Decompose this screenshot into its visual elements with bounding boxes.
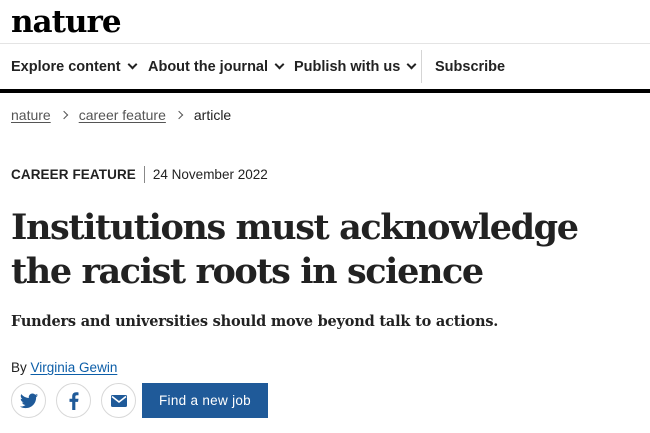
byline-prefix: By <box>11 360 27 375</box>
chevron-down-icon <box>274 59 285 70</box>
facebook-icon <box>69 391 78 410</box>
article-date: 24 November 2022 <box>152 167 268 182</box>
twitter-icon <box>19 393 38 408</box>
chevron-right-icon <box>59 110 68 120</box>
breadcrumb: nature career feature article <box>11 107 231 123</box>
email-icon <box>110 394 127 407</box>
breadcrumb-current: article <box>193 107 232 123</box>
breadcrumb-link-nature[interactable]: nature <box>11 107 51 123</box>
meta-divider <box>143 166 145 183</box>
nav-item-label: Explore content <box>11 58 121 75</box>
nature-logo[interactable]: nature <box>11 2 122 42</box>
byline: By Virginia Gewin <box>11 360 117 375</box>
article-title: Institutions must acknowledge the racist… <box>11 207 579 292</box>
chevron-down-icon <box>127 59 138 70</box>
breadcrumb-link-career-feature[interactable]: career feature <box>79 107 166 123</box>
find-new-job-button[interactable]: Find a new job <box>142 383 268 418</box>
subscribe-link[interactable]: Subscribe <box>435 44 505 89</box>
nav-rule <box>0 89 650 93</box>
chevron-right-icon <box>174 110 184 120</box>
nav-explore-content[interactable]: Explore content <box>11 44 138 89</box>
article-meta: CAREER FEATURE 24 November 2022 <box>11 166 268 183</box>
nav-about-journal[interactable]: About the journal <box>148 44 285 89</box>
chevron-down-icon <box>406 59 417 70</box>
masthead: nature <box>0 0 650 44</box>
nav-item-label: Publish with us <box>294 58 401 75</box>
share-twitter-button[interactable] <box>11 383 46 418</box>
author-link[interactable]: Virginia Gewin <box>31 360 118 375</box>
article-standfirst: Funders and universities should move bey… <box>11 313 499 330</box>
nav-item-label: About the journal <box>148 58 269 75</box>
share-email-button[interactable] <box>101 383 136 418</box>
nav-publish-with-us[interactable]: Publish with us <box>294 44 417 89</box>
share-facebook-button[interactable] <box>56 383 91 418</box>
article-type: CAREER FEATURE <box>11 167 136 182</box>
nav-divider <box>421 50 422 83</box>
main-nav: Explore content About the journal Publis… <box>0 44 650 89</box>
